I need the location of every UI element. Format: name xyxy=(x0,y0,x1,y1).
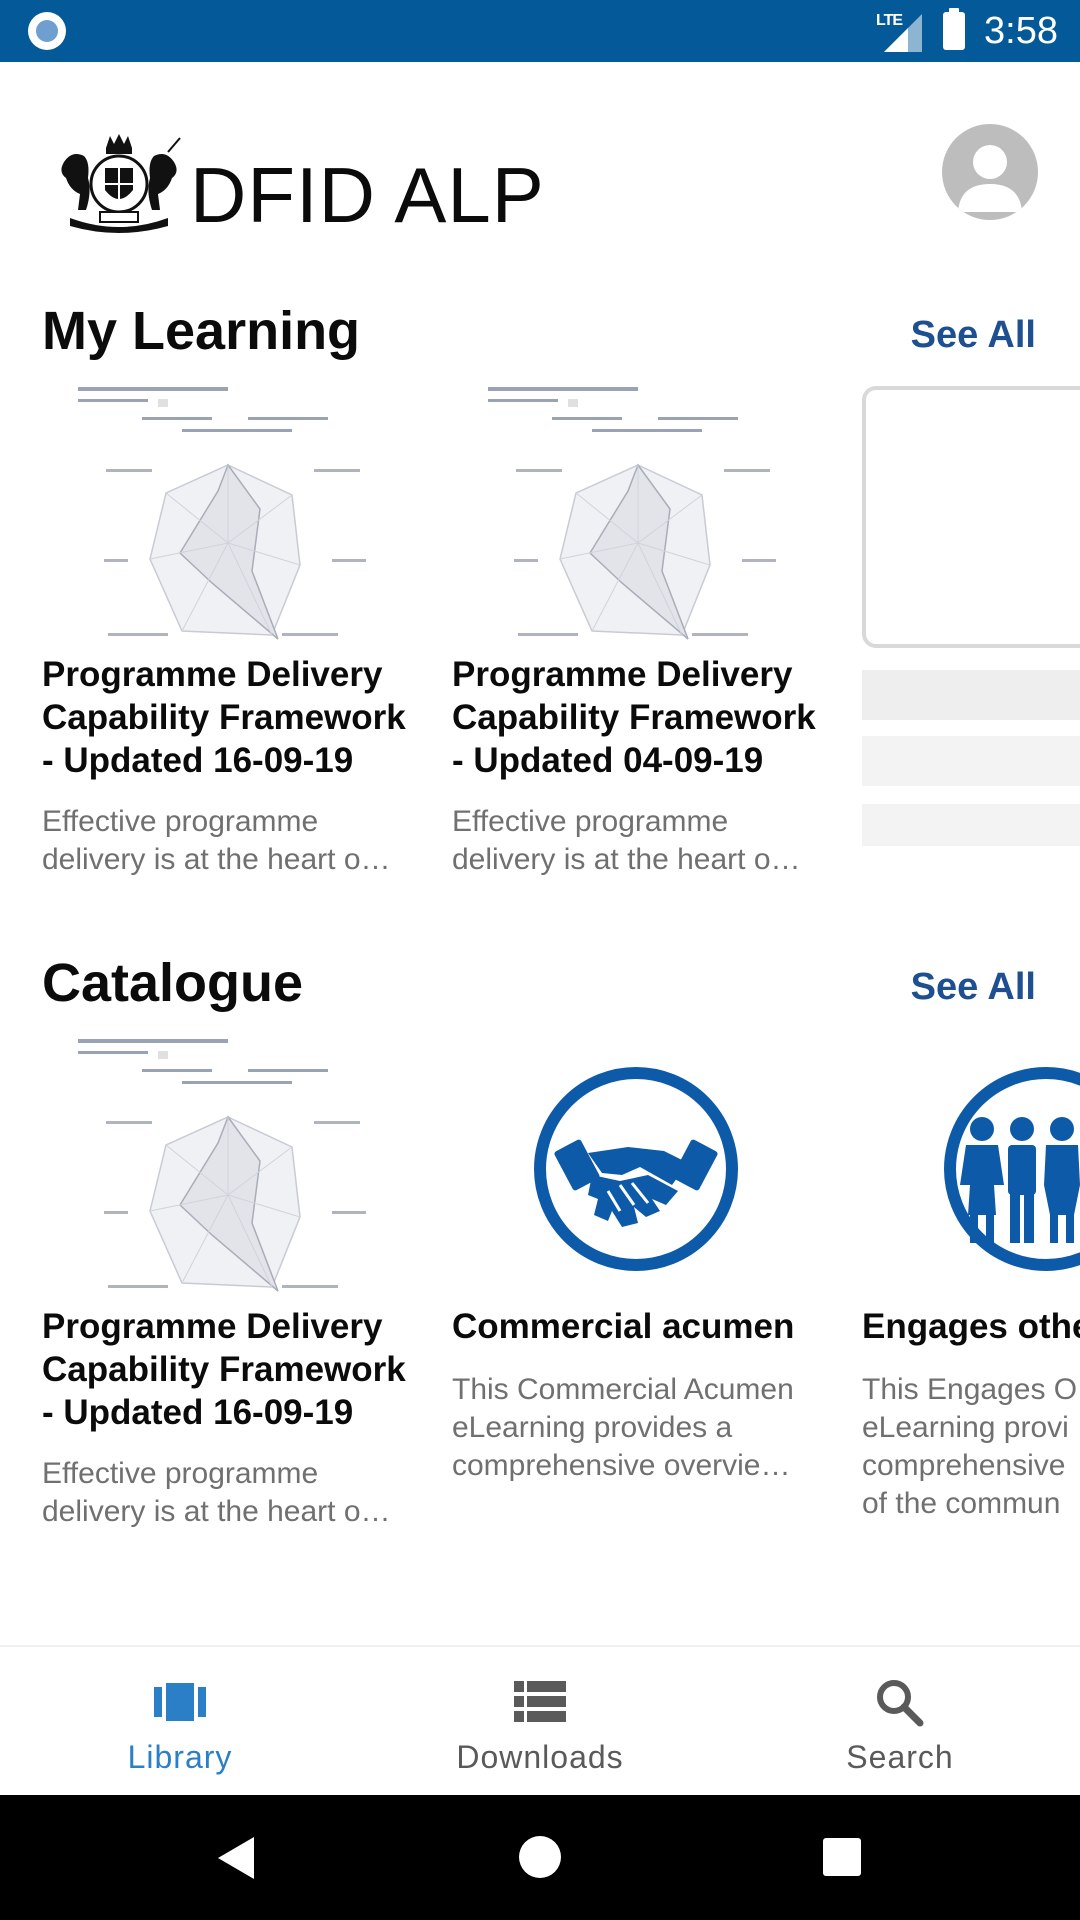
nav-search-label: Search xyxy=(846,1739,954,1775)
nav-library-label: Library xyxy=(127,1739,233,1775)
search-icon xyxy=(877,1680,924,1727)
loading-card-placeholder xyxy=(862,386,1080,648)
course-description: Effective programme delivery is at the h… xyxy=(42,1457,391,1528)
nav-library[interactable]: Library xyxy=(0,1647,360,1797)
user-avatar-icon[interactable] xyxy=(942,124,1038,220)
clock: 3:58 xyxy=(984,10,1058,52)
library-icon xyxy=(154,1683,206,1721)
course-title: Programme Delivery Capability Framework … xyxy=(42,655,406,780)
downloads-icon xyxy=(514,1681,566,1722)
catalogue-card[interactable]: Engages othe This Engages O eLearning pr… xyxy=(862,1035,1080,1535)
nav-downloads-label: Downloads xyxy=(456,1739,624,1775)
back-icon[interactable] xyxy=(214,1835,258,1881)
course-description: This Engages O eLearning provi comprehen… xyxy=(862,1373,1078,1520)
my-learning-card[interactable]: Programme Delivery Capability Framework … xyxy=(452,383,832,883)
course-title: Programme Delivery Capability Framework … xyxy=(452,655,816,780)
app-title: DFID ALP xyxy=(190,151,545,239)
nav-downloads[interactable]: Downloads xyxy=(360,1647,720,1797)
battery-icon xyxy=(943,8,965,50)
course-title: Programme Delivery Capability Framework … xyxy=(42,1307,406,1432)
bottom-navigation: Library Downloads Search xyxy=(0,1645,1080,1795)
radar-chart-thumbnail xyxy=(42,1035,422,1297)
course-title: Engages othe xyxy=(862,1307,1080,1346)
loading-desc-placeholder xyxy=(862,804,1080,846)
home-icon[interactable] xyxy=(518,1835,562,1879)
course-description: This Commercial Acumen eLearning provide… xyxy=(452,1373,794,1482)
catalogue-card[interactable]: Programme Delivery Capability Framework … xyxy=(42,1035,422,1535)
notification-icon xyxy=(28,12,66,50)
radar-chart-thumbnail xyxy=(42,383,422,645)
catalogue-card[interactable]: Commercial acumen This Commercial Acumen… xyxy=(452,1035,832,1535)
nav-search[interactable]: Search xyxy=(720,1647,1080,1797)
signal-icon xyxy=(884,14,922,52)
catalogue-see-all-link[interactable]: See All xyxy=(911,966,1036,1009)
royal-crest-logo xyxy=(61,134,181,233)
app-header: DFID ALP xyxy=(0,62,1080,262)
recents-icon[interactable] xyxy=(822,1837,862,1877)
radar-chart-thumbnail xyxy=(452,383,832,645)
loading-title-placeholder xyxy=(862,736,1080,786)
my-learning-see-all-link[interactable]: See All xyxy=(911,314,1036,357)
status-bar: LTE 3:58 xyxy=(0,0,1080,62)
course-title: Commercial acumen xyxy=(452,1307,795,1346)
catalogue-heading: Catalogue xyxy=(42,953,304,1013)
course-description: Effective programme delivery is at the h… xyxy=(42,805,391,876)
my-learning-card[interactable]: Programme Delivery Capability Framework … xyxy=(42,383,422,883)
my-learning-heading: My Learning xyxy=(42,301,361,361)
loading-title-placeholder xyxy=(862,670,1080,720)
handshake-icon xyxy=(452,1035,832,1297)
system-navigation-bar xyxy=(0,1795,1080,1920)
course-description: Effective programme delivery is at the h… xyxy=(452,805,801,876)
people-group-icon xyxy=(862,1035,1080,1297)
